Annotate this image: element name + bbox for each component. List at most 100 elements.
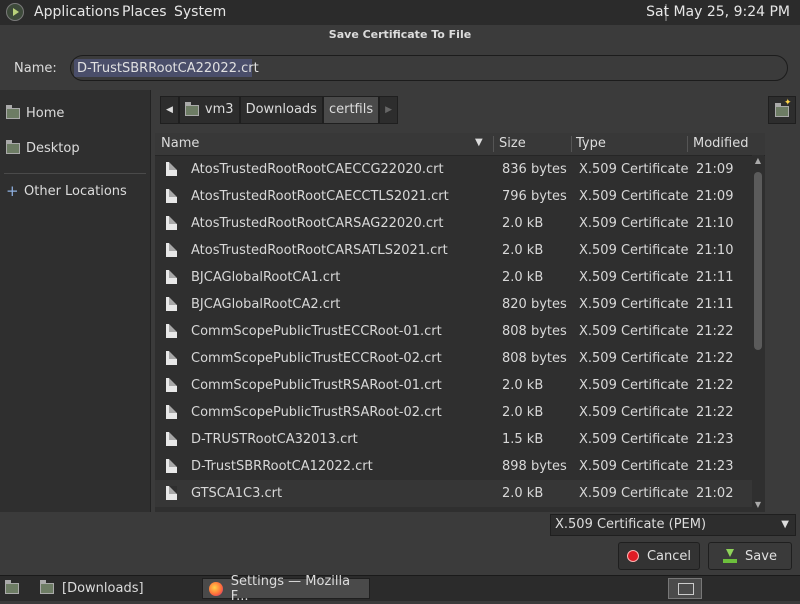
home-folder-icon xyxy=(184,101,199,116)
scroll-down-arrow-icon[interactable]: ▼ xyxy=(752,500,764,510)
sort-descending-icon: ▼ xyxy=(475,137,483,148)
cancel-button[interactable]: Cancel xyxy=(618,542,700,570)
certificate-file-icon xyxy=(166,351,177,365)
column-name[interactable]: Name xyxy=(161,133,199,155)
file-row[interactable]: BJCAGlobalRootCA2.crt 820 bytes X.509 Cert… xyxy=(155,291,755,318)
file-row[interactable]: AtosTrustedRootRootCARSAG22020.crt 2.0 kB… xyxy=(155,210,755,237)
show-desktop-button[interactable] xyxy=(4,579,22,597)
file-modified: 21:10 xyxy=(696,216,734,231)
certificate-file-icon xyxy=(166,459,177,473)
menu-applications[interactable]: Applications xyxy=(34,4,120,20)
path-crumb-vm3[interactable]: vm3 xyxy=(178,96,240,124)
cancel-button-label: Cancel xyxy=(646,548,692,564)
file-row[interactable]: BJCAGlobalRootCA1.crt 2.0 kB X.509 Certifi… xyxy=(155,264,755,291)
scroll-up-arrow-icon[interactable]: ▲ xyxy=(752,156,764,166)
certificate-file-icon xyxy=(166,297,177,311)
certificate-file-icon xyxy=(166,324,177,338)
crumb-label: vm3 xyxy=(204,102,234,117)
certificate-file-icon xyxy=(166,189,177,203)
certificate-file-icon xyxy=(166,216,177,230)
file-type: X.509 Certificate xyxy=(579,378,689,393)
clock[interactable]: Sat May 25, 9:24 PM xyxy=(646,4,790,20)
sidebar-item-desktop[interactable]: Desktop xyxy=(6,137,80,159)
file-row[interactable]: GTSCA1C3.crt 2.0 kB X.509 Certificate 21:02 xyxy=(155,480,755,507)
file-modified: 21:02 xyxy=(696,486,734,501)
save-button[interactable]: Save xyxy=(708,542,792,570)
path-back-button[interactable] xyxy=(160,96,179,124)
file-type: X.509 Certificate xyxy=(579,324,689,339)
home-folder-icon xyxy=(6,104,20,119)
path-forward-button[interactable] xyxy=(379,96,399,124)
certificate-file-icon xyxy=(166,405,177,419)
file-name: GTSCA1C3.crt xyxy=(191,486,283,501)
filename-input[interactable] xyxy=(70,55,788,81)
file-size: 2.0 kB xyxy=(502,270,544,285)
task-label: [Downloads] xyxy=(62,581,144,596)
column-divider xyxy=(571,136,572,152)
file-type: X.509 Certificate xyxy=(579,243,689,258)
file-size: 2.0 kB xyxy=(502,486,544,501)
sidebar-item-home[interactable]: Home xyxy=(6,102,64,124)
file-name: AtosTrustedRootRootCARSAG22020.crt xyxy=(191,216,444,231)
file-row[interactable]: D-TRUSTRootCA32013.crt 1.5 kB X.509 Certif… xyxy=(155,426,755,453)
file-name: BJCAGlobalRootCA2.crt xyxy=(191,297,341,312)
task-label: Settings — Mozilla F... xyxy=(230,573,351,604)
file-row[interactable]: AtosTrustedRootRootCARSATLS2021.crt 2.0 k… xyxy=(155,237,755,264)
path-crumb-certfils[interactable]: certfils xyxy=(322,96,380,124)
file-name: D-TRUSTRootCA32013.crt xyxy=(191,432,358,447)
file-modified: 21:11 xyxy=(696,297,734,312)
file-row[interactable]: CommScopePublicTrustRSARoot-02.crt 2.0 kB… xyxy=(155,399,755,426)
file-type: X.509 Certificate xyxy=(579,270,689,285)
sidebar-item-label: Other Locations xyxy=(24,183,127,199)
file-row[interactable]: CommScopePublicTrustECCRoot-01.crt 808 by… xyxy=(155,318,755,345)
sidebar-item-label: Home xyxy=(26,105,65,121)
taskbar-item-downloads[interactable]: [Downloads] xyxy=(34,578,198,599)
file-row[interactable]: CommScopePublicTrustRSARoot-01.crt 2.0 kB… xyxy=(155,372,755,399)
desktop-folder-icon xyxy=(6,139,20,154)
crumb-label: certfils xyxy=(328,102,374,117)
file-size: 2.0 kB xyxy=(502,243,544,258)
folder-icon xyxy=(40,580,54,594)
file-name: CommScopePublicTrustECCRoot-01.crt xyxy=(191,324,442,339)
file-type: X.509 Certificate xyxy=(579,351,689,366)
file-name: AtosTrustedRootRootCARSATLS2021.crt xyxy=(191,243,448,258)
certificate-file-icon xyxy=(166,243,177,257)
menu-places[interactable]: Places xyxy=(122,4,167,20)
file-name: AtosTrustedRootRootCAECCTLS2021.crt xyxy=(191,189,449,204)
file-row[interactable]: CommScopePublicTrustECCRoot-02.crt 808 by… xyxy=(155,345,755,372)
save-download-icon xyxy=(723,549,738,563)
file-modified: 21:09 xyxy=(696,189,734,204)
certificate-file-icon xyxy=(166,432,177,446)
taskbar-item-firefox[interactable]: Settings — Mozilla F... xyxy=(202,574,370,604)
scrollbar-thumb[interactable] xyxy=(754,172,762,350)
file-type: X.509 Certificate xyxy=(579,459,689,474)
file-size: 808 bytes xyxy=(502,324,567,339)
sidebar-item-other-locations[interactable]: + Other Locations xyxy=(6,180,127,202)
file-type-filter[interactable]: X.509 Certificate (PEM) ▼ xyxy=(550,514,796,536)
workspace-switcher[interactable] xyxy=(668,578,702,599)
menu-system[interactable]: System xyxy=(174,4,226,20)
applications-logo-icon[interactable] xyxy=(6,3,24,21)
file-name: CommScopePublicTrustECCRoot-02.crt xyxy=(191,351,442,366)
file-modified: 21:11 xyxy=(696,270,734,285)
column-modified[interactable]: Modified xyxy=(693,133,748,155)
column-header: Name ▼ Size Type Modified xyxy=(155,133,765,156)
column-divider xyxy=(687,136,688,152)
file-type: X.509 Certificate xyxy=(579,405,689,420)
file-name: CommScopePublicTrustRSARoot-01.crt xyxy=(191,378,442,393)
column-size[interactable]: Size xyxy=(499,133,526,155)
file-name: AtosTrustedRootRootCAECCG22020.crt xyxy=(191,162,444,177)
create-folder-button[interactable] xyxy=(768,96,796,124)
desktop-icon xyxy=(5,580,19,594)
file-size: 2.0 kB xyxy=(502,378,544,393)
file-row[interactable]: AtosTrustedRootRootCAECCG22020.crt 836 by… xyxy=(155,156,755,183)
file-size: 796 bytes xyxy=(502,189,567,204)
column-type[interactable]: Type xyxy=(576,133,606,155)
file-row[interactable]: AtosTrustedRootRootCAECCTLS2021.crt 796 b… xyxy=(155,183,755,210)
path-bar: vm3 Downloads certfils xyxy=(160,96,399,126)
file-name: D-TrustSBRRootCA12022.crt xyxy=(191,459,373,474)
certificate-file-icon xyxy=(166,270,177,284)
file-row[interactable]: D-TrustSBRRootCA12022.crt 898 bytes X.509 … xyxy=(155,453,755,480)
path-crumb-downloads[interactable]: Downloads xyxy=(239,96,323,124)
file-modified: 21:10 xyxy=(696,243,734,258)
